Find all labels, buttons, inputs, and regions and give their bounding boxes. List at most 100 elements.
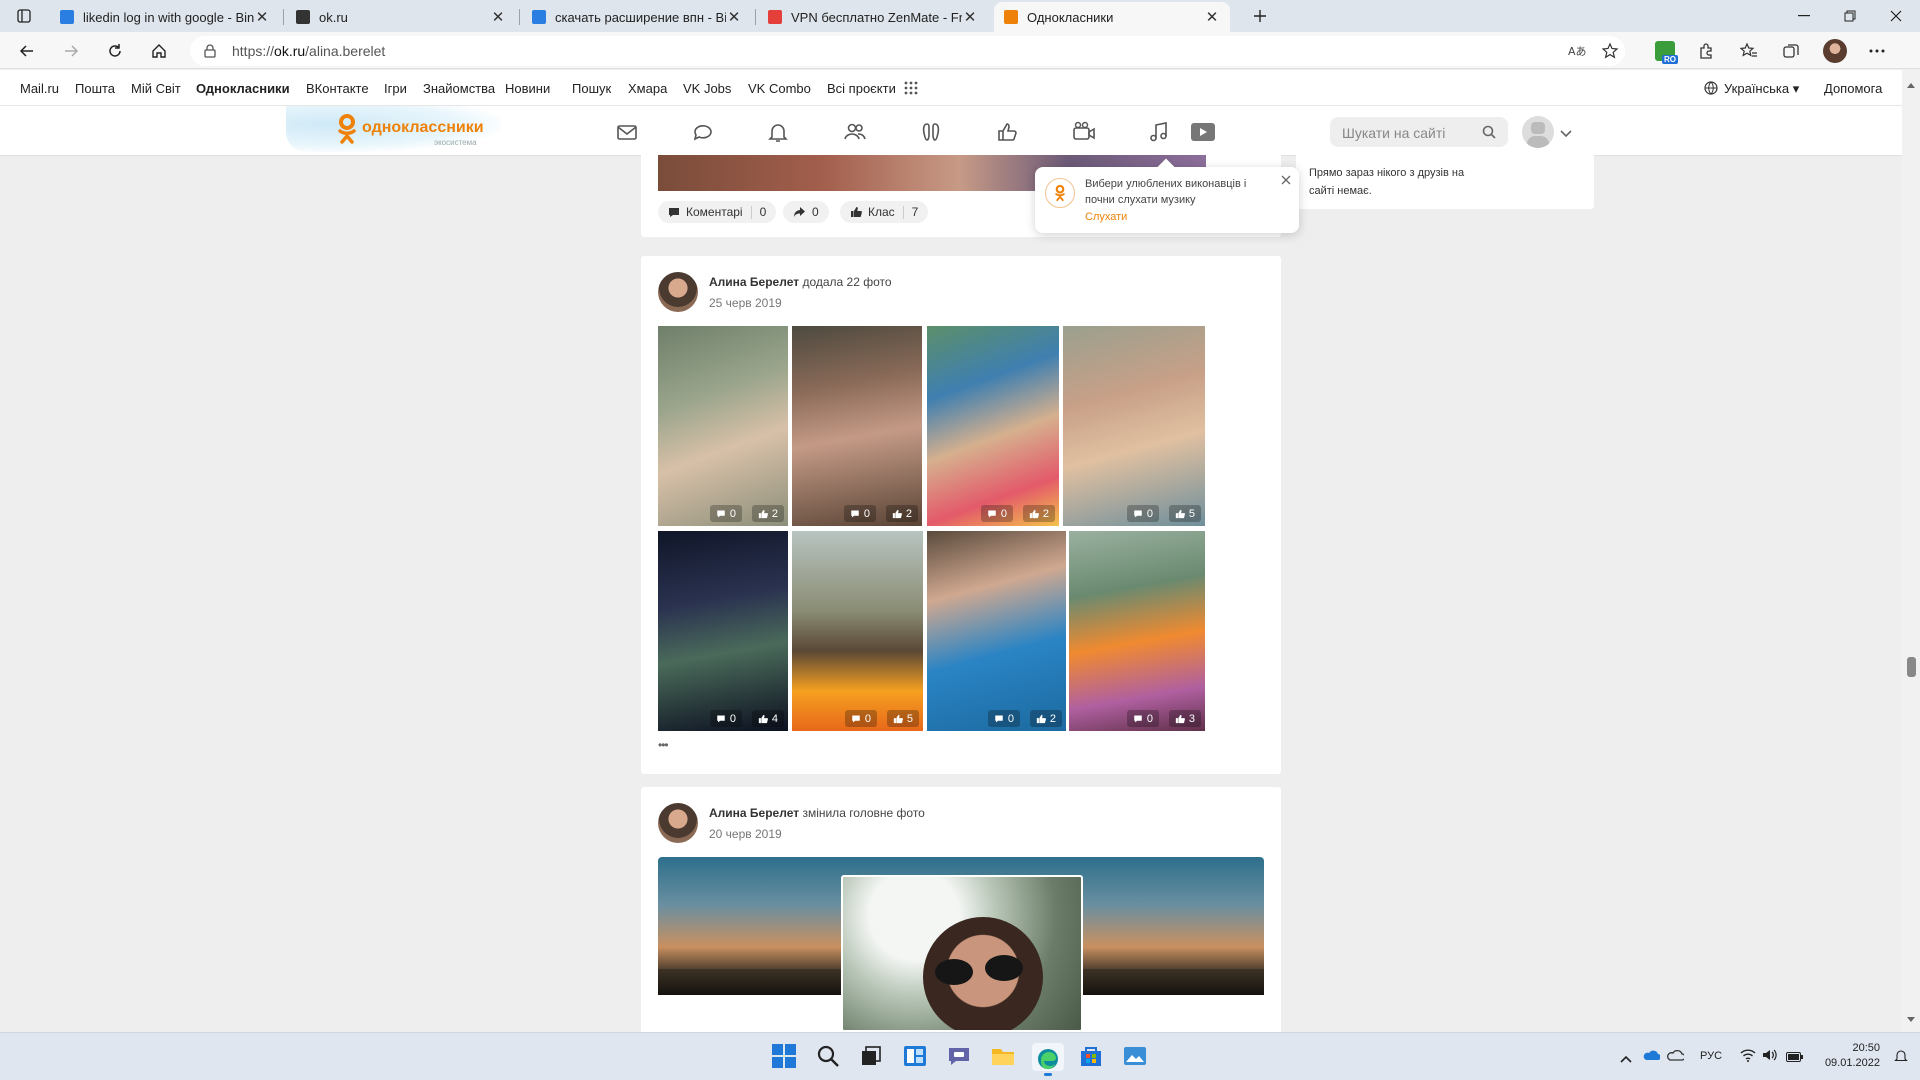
scroll-thumb[interactable] xyxy=(1907,657,1916,677)
close-tab-icon[interactable]: ✕ xyxy=(254,8,270,26)
forward-icon[interactable] xyxy=(56,37,86,65)
search-taskbar-icon[interactable] xyxy=(815,1043,843,1071)
browser-tab[interactable]: Однокласники ✕ xyxy=(994,2,1230,32)
photo-thumbnail[interactable]: 02 xyxy=(927,531,1066,731)
ok-logo[interactable]: одноклассники экосистема xyxy=(286,106,500,152)
battery-icon[interactable] xyxy=(1786,1050,1804,1065)
teams-chat-icon[interactable] xyxy=(946,1043,974,1071)
portal-link[interactable]: Всі проєкти xyxy=(827,81,896,96)
scroll-down-arrow-icon[interactable] xyxy=(1907,1011,1915,1026)
site-search-input[interactable]: Шукати на сайті xyxy=(1330,117,1508,147)
help-link[interactable]: Допомога xyxy=(1824,81,1882,96)
home-icon[interactable] xyxy=(144,37,174,65)
address-bar[interactable]: https://ok.ru/alina.berelet Aあ xyxy=(190,36,1625,66)
photo-likes-count[interactable]: 2 xyxy=(1022,505,1055,522)
photo-comments-count[interactable]: 0 xyxy=(709,710,742,727)
author-name[interactable]: Алина Берелет xyxy=(709,806,799,820)
photo-thumbnail[interactable]: 02 xyxy=(927,326,1059,526)
onedrive-icon[interactable] xyxy=(1642,1049,1661,1064)
photo-comments-count[interactable]: 0 xyxy=(844,710,877,727)
language-selector[interactable]: Українська ▾ xyxy=(1724,81,1799,97)
all-projects-grid-icon[interactable] xyxy=(904,81,918,98)
browser-tab[interactable]: likedin log in with google - Bing ✕ xyxy=(50,2,280,32)
photo-thumbnail[interactable]: 05 xyxy=(792,531,923,731)
photo-thumbnail[interactable]: 03 xyxy=(1069,531,1205,731)
wifi-icon[interactable] xyxy=(1740,1048,1756,1065)
page-scrollbar[interactable] xyxy=(1902,70,1920,1032)
browser-tab[interactable]: VPN бесплатно ZenMate - Free ✕ xyxy=(758,2,988,32)
store-icon[interactable] xyxy=(1078,1043,1106,1071)
add-favorite-icon[interactable] xyxy=(1601,42,1620,63)
photo-comments-count[interactable]: 0 xyxy=(980,505,1013,522)
discussions-icon[interactable] xyxy=(691,120,715,144)
photo-comments-count[interactable]: 0 xyxy=(1126,505,1159,522)
portal-link[interactable]: Мій Світ xyxy=(131,81,181,96)
photo-likes-count[interactable]: 4 xyxy=(751,710,784,727)
photo-likes-count[interactable]: 5 xyxy=(886,710,919,727)
portal-link[interactable]: Mail.ru xyxy=(20,81,59,96)
extensions-icon[interactable] xyxy=(1692,37,1722,65)
photo-likes-count[interactable]: 2 xyxy=(1029,710,1062,727)
browser-tab[interactable]: ok.ru ✕ xyxy=(286,2,516,32)
photo-likes-count[interactable]: 5 xyxy=(1168,505,1201,522)
photo-comments-count[interactable]: 0 xyxy=(709,505,742,522)
volume-icon[interactable] xyxy=(1762,1048,1778,1065)
edge-icon[interactable] xyxy=(1032,1043,1064,1076)
profile-avatar[interactable] xyxy=(1820,37,1850,65)
start-icon[interactable] xyxy=(771,1043,799,1071)
portal-link[interactable]: Ігри xyxy=(384,81,407,96)
portal-link[interactable]: VK Combo xyxy=(748,81,811,96)
share-button[interactable]: 0 xyxy=(783,201,829,223)
restore-icon[interactable] xyxy=(1827,0,1873,32)
author-avatar[interactable] xyxy=(658,272,698,312)
music-icon[interactable] xyxy=(1147,120,1171,144)
new-tab-icon[interactable] xyxy=(1246,4,1274,28)
comments-button[interactable]: Коментарі 0 xyxy=(658,201,777,223)
messages-icon[interactable] xyxy=(615,120,639,144)
portal-link[interactable]: Новини xyxy=(505,81,550,96)
guests-icon[interactable] xyxy=(919,120,943,144)
photo-likes-count[interactable]: 2 xyxy=(885,505,918,522)
photo-thumbnail[interactable]: 04 xyxy=(658,531,788,731)
portal-link[interactable]: Знайомства xyxy=(423,81,495,96)
portal-link[interactable]: ВКонтакте xyxy=(306,81,369,96)
listen-link[interactable]: Слухати xyxy=(1085,211,1127,223)
portal-link[interactable]: Пошта xyxy=(75,81,115,96)
photo-likes-count[interactable]: 3 xyxy=(1168,710,1201,727)
photo-comments-count[interactable]: 0 xyxy=(1126,710,1159,727)
photo-likes-count[interactable]: 2 xyxy=(751,505,784,522)
back-icon[interactable] xyxy=(12,37,42,65)
close-tab-icon[interactable]: ✕ xyxy=(1204,8,1220,26)
favorites-icon[interactable] xyxy=(1734,37,1764,65)
post-date[interactable]: 25 черв 2019 xyxy=(709,296,782,310)
post-date[interactable]: 20 черв 2019 xyxy=(709,827,782,841)
more-dots-icon[interactable]: ••• xyxy=(658,738,669,752)
notification-icon[interactable] xyxy=(1894,1049,1908,1066)
extension-badge-icon[interactable]: RO xyxy=(1650,37,1680,65)
author-avatar[interactable] xyxy=(658,803,698,843)
photo-comments-count[interactable]: 0 xyxy=(843,505,876,522)
video-play-icon[interactable] xyxy=(1190,120,1215,144)
video-icon[interactable] xyxy=(1071,120,1095,144)
close-tab-icon[interactable]: ✕ xyxy=(962,8,978,26)
friends-icon[interactable] xyxy=(843,120,867,144)
input-language[interactable]: РУС xyxy=(1700,1050,1722,1062)
read-aloud-icon[interactable]: Aあ xyxy=(1568,43,1587,62)
photo-comments-count[interactable]: 0 xyxy=(987,710,1020,727)
refresh-icon[interactable] xyxy=(100,37,130,65)
close-icon[interactable] xyxy=(1281,173,1291,188)
author-name[interactable]: Алина Берелет xyxy=(709,275,799,289)
like-button[interactable]: Клас 7 xyxy=(840,201,929,223)
widgets-icon[interactable] xyxy=(902,1043,930,1071)
photo-thumbnail[interactable]: 02 xyxy=(658,326,788,526)
photos-app-icon[interactable] xyxy=(1122,1043,1150,1071)
close-tab-icon[interactable]: ✕ xyxy=(490,8,506,26)
events-like-icon[interactable] xyxy=(995,120,1019,144)
clock[interactable]: 20:50 09.01.2022 xyxy=(1810,1041,1880,1071)
main-photo[interactable] xyxy=(841,875,1083,1032)
show-hidden-icons-icon[interactable] xyxy=(1620,1051,1632,1066)
photo-thumbnail[interactable]: 02 xyxy=(792,326,922,526)
close-window-icon[interactable] xyxy=(1873,0,1919,32)
collections-icon[interactable] xyxy=(1776,37,1806,65)
portal-link[interactable]: VK Jobs xyxy=(683,81,731,96)
